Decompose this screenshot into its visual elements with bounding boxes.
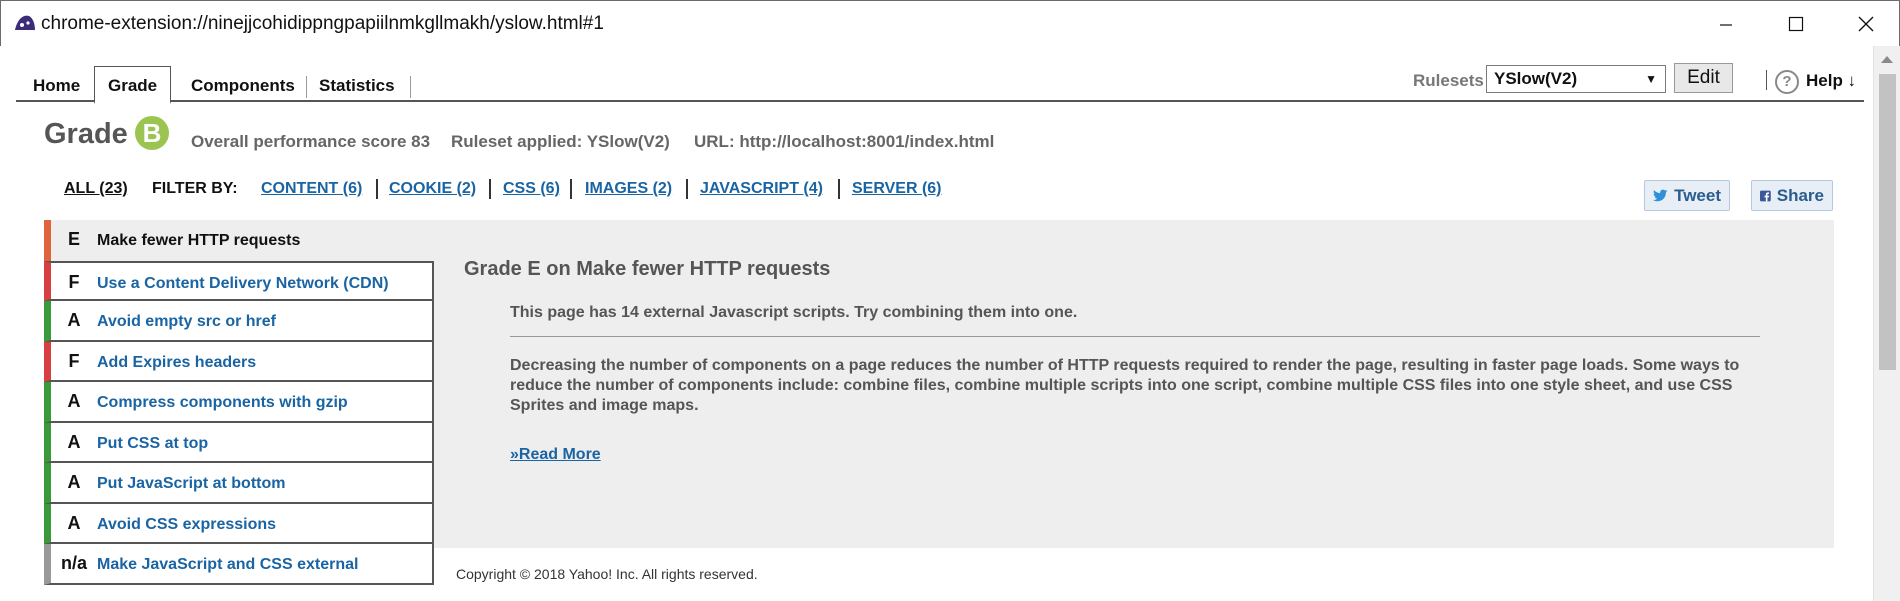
minimize-button[interactable] [1691, 1, 1761, 47]
ruleset-value: YSlow(V2) [1494, 69, 1578, 88]
rule-grade: A [67, 472, 81, 492]
share-label: Share [1776, 185, 1824, 205]
detail-message: This page has 14 external Javascript scr… [510, 304, 1078, 321]
filter-javascript[interactable]: JAVASCRIPT (4) [700, 180, 823, 198]
rule-list: E Make fewer HTTP requests F Use a Conte… [44, 220, 434, 585]
minimize-icon [1720, 24, 1732, 26]
filter-divider [376, 179, 378, 199]
rule-item[interactable]: A Avoid CSS expressions [44, 503, 434, 544]
tab-divider [410, 76, 411, 98]
ruleset-select[interactable]: YSlow(V2) ▼ [1486, 65, 1666, 93]
filter-divider [489, 179, 491, 199]
rule-item[interactable]: A Put CSS at top [44, 422, 434, 463]
rule-title: Avoid CSS expressions [97, 515, 277, 533]
chevron-down-icon: ▼ [1645, 72, 1657, 86]
filter-images[interactable]: IMAGES (2) [585, 180, 672, 198]
window-title: chrome-extension://ninejjcohidippngpapii… [41, 13, 604, 34]
rule-item[interactable]: n/a Make JavaScript and CSS external [44, 544, 434, 585]
rule-item[interactable]: A Avoid empty src or href [44, 301, 434, 342]
rulesets-label: Rulesets [1413, 71, 1484, 90]
rule-title: Put CSS at top [97, 434, 209, 452]
rule-grade: E [67, 229, 80, 249]
filter-by-label: FILTER BY: [152, 180, 238, 197]
detail-divider [510, 336, 1760, 337]
rule-item[interactable]: A Put JavaScript at bottom [44, 463, 434, 504]
rule-title: Avoid empty src or href [97, 313, 277, 330]
filter-divider [686, 179, 688, 199]
page-url: URL: http://localhost:8001/index.html [694, 132, 995, 151]
close-icon [1858, 16, 1874, 32]
overall-score: Overall performance score 83 [191, 132, 431, 151]
tab-home[interactable]: Home [20, 69, 93, 102]
rule-item[interactable]: E Make fewer HTTP requests [44, 220, 434, 261]
rule-title: Compress components with gzip [97, 394, 348, 411]
rule-grade: A [67, 391, 81, 411]
rule-item[interactable]: F Add Expires headers [44, 341, 434, 382]
rule-grade: A [67, 512, 81, 533]
rule-grade: A [67, 431, 81, 452]
rule-grade: F [68, 271, 80, 292]
filter-css[interactable]: CSS (6) [503, 180, 560, 198]
tweet-label: Tweet [1674, 185, 1721, 205]
maximize-icon [1788, 16, 1804, 32]
rule-title: Put JavaScript at bottom [97, 475, 286, 492]
window-titlebar: chrome-extension://ninejjcohidippngpapii… [0, 0, 1900, 46]
share-button[interactable]: Share [1751, 180, 1833, 211]
twitter-icon [1653, 189, 1668, 202]
tweet-button[interactable]: Tweet [1644, 180, 1730, 211]
help-divider [1766, 70, 1767, 90]
copyright-text: Copyright © 2018 Yahoo! Inc. All rights … [456, 566, 758, 582]
read-more-link[interactable]: »Read More [510, 446, 601, 464]
tab-statistics[interactable]: Statistics [306, 69, 408, 102]
detail-description: Decreasing the number of components on a… [510, 357, 1740, 414]
tab-components[interactable]: Components [178, 69, 308, 102]
filter-divider [838, 179, 840, 199]
maximize-button[interactable] [1761, 1, 1831, 47]
help-link[interactable]: Help ↓ [1806, 71, 1856, 91]
rule-detail-panel: Grade E on Make fewer HTTP requests This… [434, 220, 1834, 548]
rule-title: Use a Content Delivery Network (CDN) [97, 274, 389, 292]
rule-item[interactable]: A Compress components with gzip [44, 382, 434, 423]
filter-server[interactable]: SERVER (6) [852, 180, 942, 198]
yslow-app-icon [15, 15, 35, 30]
tab-grade[interactable]: Grade [94, 66, 172, 104]
help-icon[interactable]: ? [1775, 70, 1799, 94]
filter-all[interactable]: ALL (23) [64, 180, 128, 198]
rule-grade: A [67, 310, 81, 330]
rule-grade: F [68, 350, 80, 371]
rule-title: Make JavaScript and CSS external [97, 556, 359, 573]
rule-grade: n/a [60, 553, 87, 573]
rule-title: Make fewer HTTP requests [97, 232, 301, 249]
grade-heading: Grade [44, 118, 128, 150]
ruleset-applied: Ruleset applied: YSlow(V2) [451, 132, 670, 151]
edit-button[interactable]: Edit [1674, 63, 1733, 93]
vertical-scrollbar[interactable] [1873, 46, 1900, 601]
facebook-icon [1760, 190, 1771, 201]
filter-content[interactable]: CONTENT (6) [261, 180, 362, 198]
filter-cookie[interactable]: COOKIE (2) [389, 180, 476, 198]
scrollbar-thumb[interactable] [1879, 74, 1896, 370]
rule-title: Add Expires headers [97, 353, 257, 371]
rule-item[interactable]: F Use a Content Delivery Network (CDN) [44, 260, 434, 301]
grade-badge: B [135, 116, 169, 150]
filter-divider [570, 179, 572, 199]
scroll-up-icon[interactable] [1881, 56, 1893, 63]
close-button[interactable] [1831, 1, 1900, 47]
detail-title: Grade E on Make fewer HTTP requests [464, 258, 831, 280]
